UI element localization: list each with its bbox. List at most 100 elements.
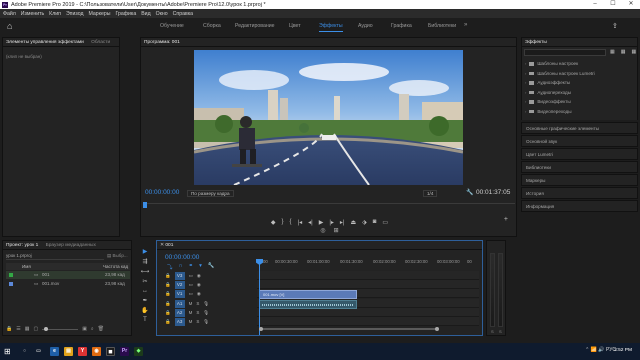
lift-icon[interactable]: ⏏ [351,219,357,226]
lock-track-icon[interactable]: 🔒 [165,319,171,325]
panel-lumetri-color[interactable]: Цвет Lumetri [521,148,638,160]
solo-icon[interactable]: S [196,310,199,315]
trash-icon[interactable]: 🗑 [98,326,104,332]
program-monitor-title[interactable]: Программа: 001 [144,40,180,45]
timeline-zoom-scrollbar[interactable] [257,327,479,331]
type-tool-icon[interactable]: T [143,317,147,323]
track-name[interactable]: A2 [174,308,185,317]
button-editor-plus-icon[interactable]: + [504,216,508,223]
workspace-tab-effects[interactable]: Эффекты [319,23,343,32]
search-icon[interactable]: ⌕ [91,326,94,332]
lock-track-icon[interactable]: 🔒 [165,301,171,307]
32bit-effects-icon[interactable]: ▦ [621,49,626,55]
yandex-browser-icon[interactable]: Y [78,347,87,356]
panel-essential-sound[interactable]: Основной звук [521,135,638,147]
mark-out-icon[interactable]: } [282,219,284,225]
scrollbar-right-handle[interactable] [435,327,439,331]
lock-icon[interactable]: 🔒 [6,326,12,332]
project-row[interactable]: ▭ 001.mov 23,98 кад [6,280,130,288]
effects-item-audio-transitions[interactable]: › Аудиопереходы [525,88,595,98]
mark-in-icon[interactable]: ◆ [271,219,276,226]
timeline-timecode[interactable]: 00:00:00:00 [165,254,199,261]
microphone-icon[interactable]: 🎙 [203,301,209,307]
tab-project[interactable]: Проект: урок 1 [6,243,38,248]
sequence-tab[interactable]: 001 [165,243,173,248]
new-item-icon[interactable]: ▣ [82,326,87,332]
eye-icon[interactable]: ◉ [197,282,201,288]
track-name[interactable]: A1 [174,299,185,308]
home-icon[interactable]: ⌂ [7,22,16,31]
program-video-frame[interactable] [194,50,463,185]
program-playhead-timecode[interactable]: 00:00:00:00 [145,189,179,196]
menu-edit[interactable]: Изменить [21,11,44,17]
menu-view[interactable]: Вид [141,11,150,17]
lock-track-icon[interactable]: 🔒 [165,310,171,316]
windows-start-icon[interactable]: ⊞ [4,347,13,356]
lock-track-icon[interactable]: 🔒 [165,291,171,297]
track-name[interactable]: A3 [174,317,185,326]
workspace-tab-learning[interactable]: Обучение [160,23,184,29]
solo-left-button[interactable]: S [491,329,494,334]
file-explorer-icon[interactable]: ▤ [64,347,73,356]
track-lane-a3[interactable] [257,317,479,326]
accelerated-effects-icon[interactable]: ▦ [610,49,615,55]
menu-graphics[interactable]: Графика [115,11,136,17]
export-frame-icon[interactable]: ◙ [373,219,377,225]
menu-help[interactable]: Справка [173,11,193,17]
wrench-settings-icon[interactable]: 🔧 [466,189,473,196]
icon-view-icon[interactable]: ▦ [25,326,30,332]
workspace-overflow-icon[interactable]: » [464,22,467,28]
list-view-icon[interactable]: ☰ [16,326,20,332]
hand-tool-icon[interactable]: ✋ [141,307,148,314]
panel-essential-graphics[interactable]: Основные графические элементы [521,122,638,134]
sync-lock-icon[interactable]: ▭ [189,273,193,279]
app-icon[interactable]: ◼ [106,347,115,356]
menu-clip[interactable]: Клип [49,11,61,17]
microphone-icon[interactable]: 🎙 [203,319,209,325]
effects-item-lumetri-presets[interactable]: › Шаблоны настроек Lumetri [525,69,595,79]
mute-icon[interactable]: M [189,301,193,306]
track-name[interactable]: V3 [174,271,185,280]
effects-panel-title[interactable]: Эффекты [525,40,547,45]
scrollbar-track[interactable] [261,328,436,330]
fit-zoom-select[interactable]: По размеру кадра [187,190,234,197]
freeform-view-icon[interactable]: ▢ [33,326,38,332]
search-icon[interactable]: ○ [20,347,29,356]
quick-export-icon[interactable]: ⇪ [612,22,620,30]
mute-icon[interactable]: M [189,319,193,324]
program-scrub-bar[interactable] [143,202,515,209]
workspace-tab-audio[interactable]: Аудио [358,23,373,29]
tab-effect-controls[interactable]: Элементы управления эффектами [6,40,84,45]
minimize-icon[interactable]: – [586,0,604,9]
timeline-ruler[interactable]: 00:00 00:00:30:00 00:01:00:00 00:01:30:0… [257,259,477,267]
effects-item-audio-effects[interactable]: › Аудиоэффекты [525,78,595,88]
menu-sequence[interactable]: Эпизод [66,11,84,17]
edge-browser-icon[interactable]: e [50,347,59,356]
menu-file[interactable]: Файл [3,11,16,17]
solo-icon[interactable]: S [196,301,199,306]
go-to-in-point-icon[interactable]: |◂ [298,219,303,226]
tab-scopes[interactable]: Области [91,40,110,45]
track-name[interactable]: V2 [174,280,185,289]
menu-window[interactable]: Окно [156,11,168,17]
playback-resolution-select[interactable]: 1/4 [423,190,438,197]
program-playhead[interactable] [143,202,147,208]
workspace-tab-assembly[interactable]: Сборка [203,23,221,29]
solo-icon[interactable]: S [196,319,199,324]
effects-item-presets[interactable]: › Шаблоны настроек [525,59,595,69]
step-forward-icon[interactable]: |▸ [329,219,334,226]
lock-track-icon[interactable]: 🔒 [165,273,171,279]
firefox-icon[interactable]: ◉ [92,347,101,356]
eye-icon[interactable]: ◉ [197,273,201,279]
add-marker-icon[interactable]: ▾ [199,263,202,271]
track-select-tool-icon[interactable]: ⇶ [142,258,147,265]
column-name[interactable]: Имя [22,264,31,269]
track-lane-v2[interactable] [257,280,479,289]
selection-tool-icon[interactable]: ▶ [143,248,148,255]
pen-tool-icon[interactable]: ✒ [142,297,147,304]
workspace-tab-color[interactable]: Цвет [289,23,301,29]
track-lane-a2[interactable] [257,308,479,317]
mute-icon[interactable]: M [189,310,193,315]
lock-track-icon[interactable]: 🔒 [165,282,171,288]
eye-icon[interactable]: ◉ [197,291,201,297]
